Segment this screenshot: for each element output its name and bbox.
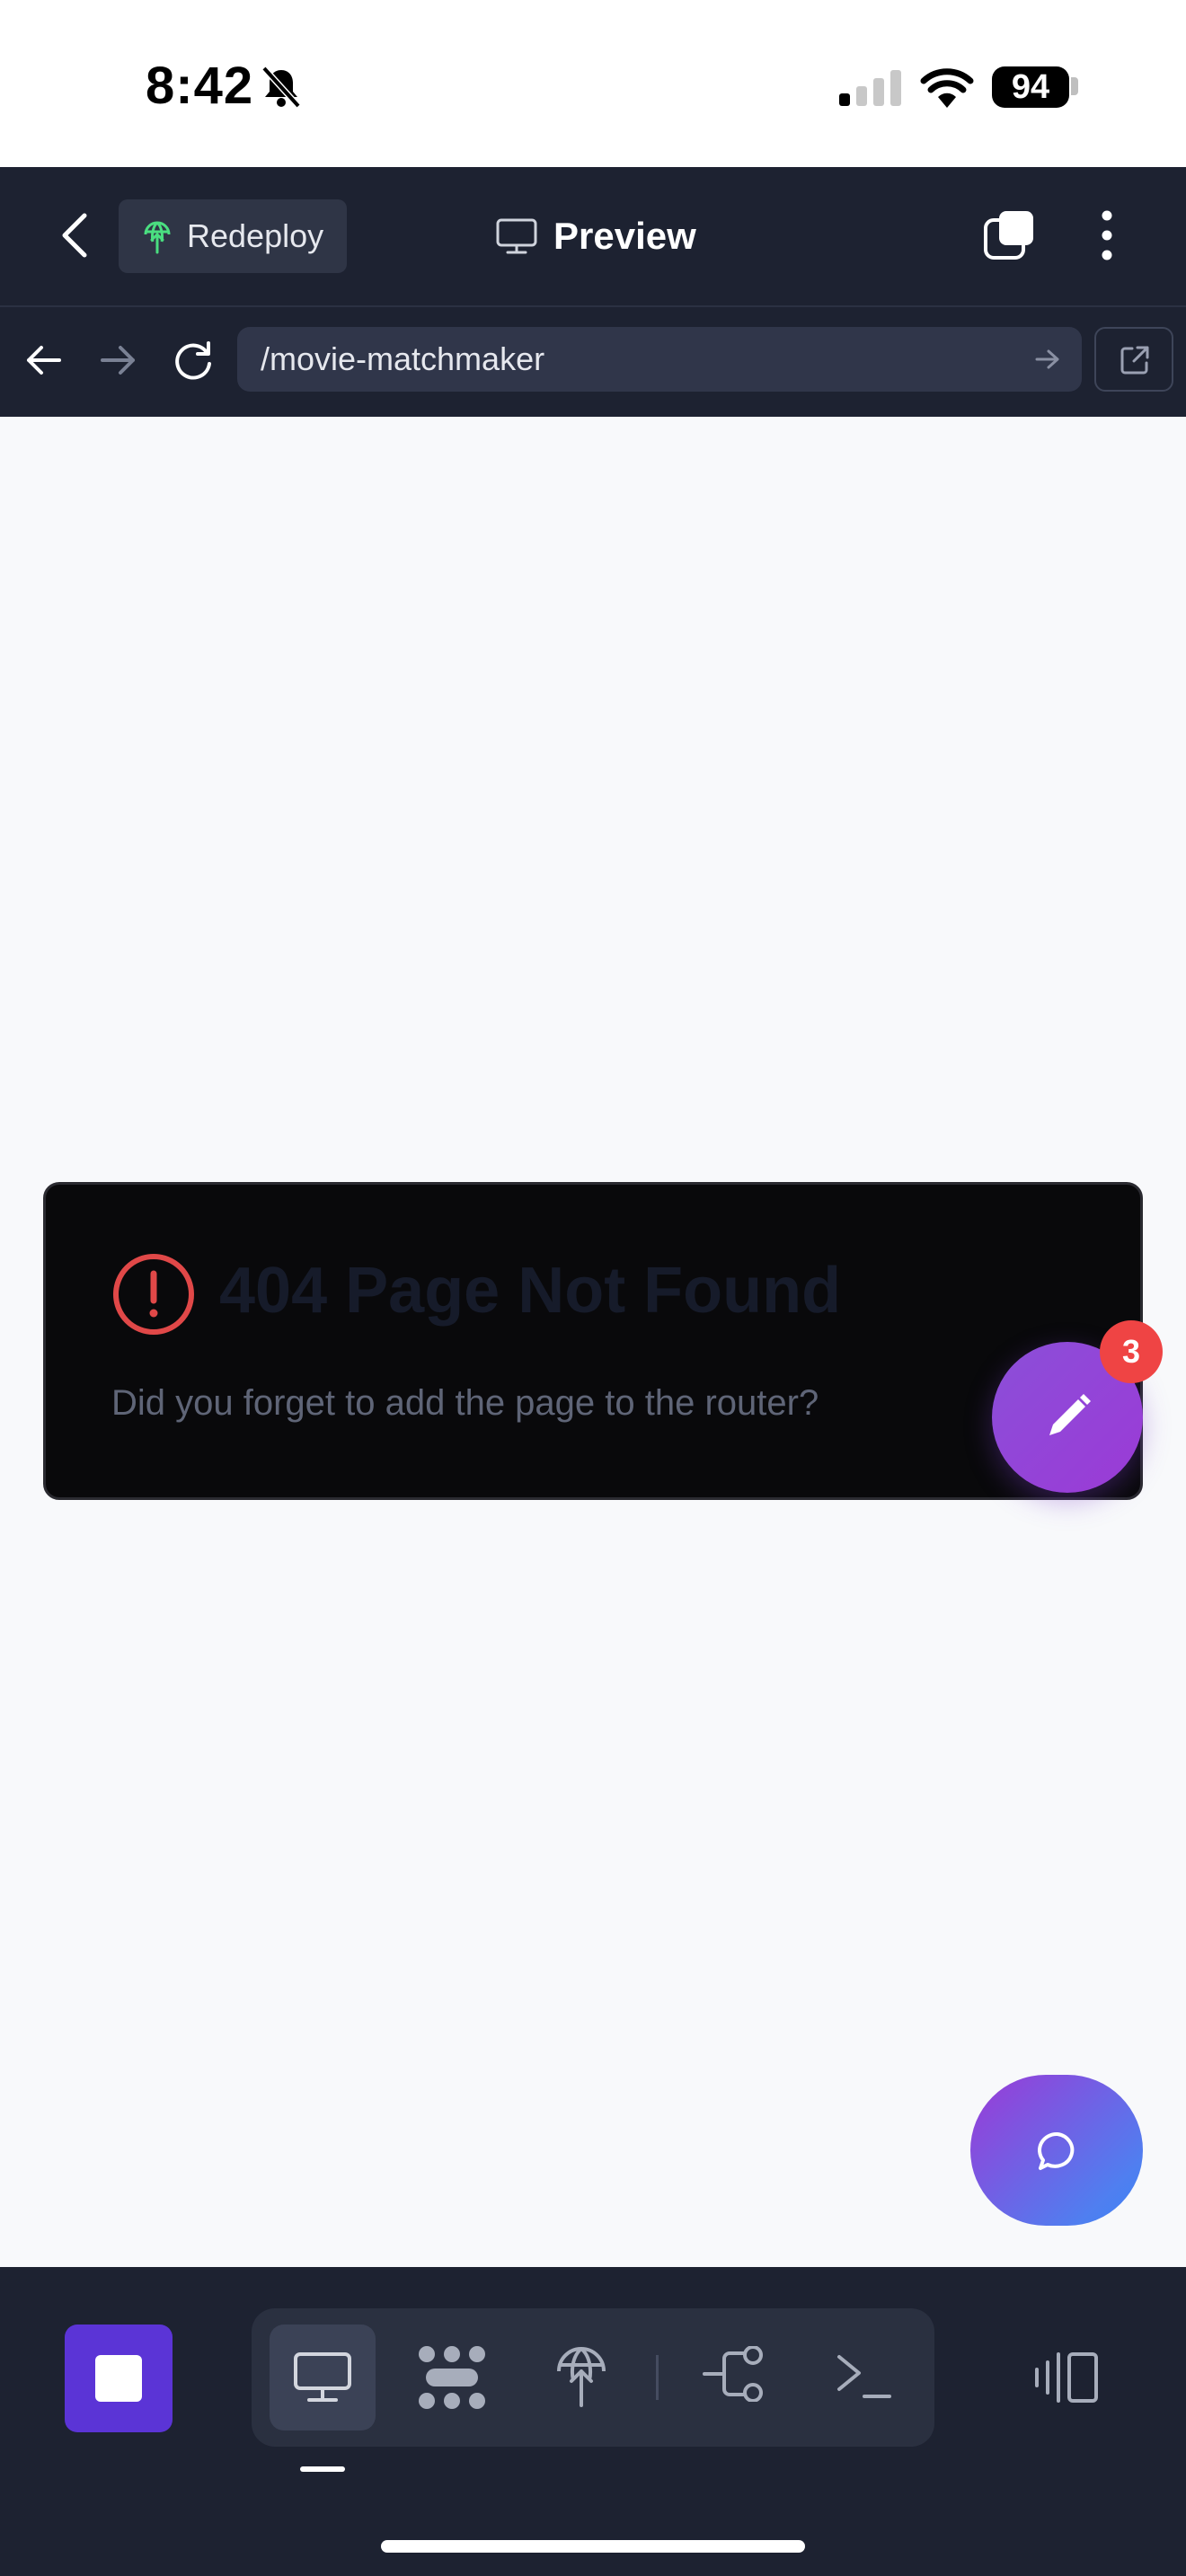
url-input[interactable]: /movie-matchmaker: [237, 327, 1082, 392]
go-arrow-icon[interactable]: [1035, 348, 1060, 370]
active-tab-indicator: [300, 2466, 345, 2472]
vertical-dots-icon[interactable]: [1098, 210, 1116, 260]
stop-icon: [95, 2355, 142, 2402]
title-label: Preview: [553, 215, 696, 257]
redeploy-button[interactable]: Redeploy: [119, 199, 347, 273]
pencil-icon: [1042, 1390, 1094, 1442]
globe-upload-icon[interactable]: [553, 2341, 609, 2407]
arrow-left-icon[interactable]: [25, 345, 61, 375]
page-title: Preview: [496, 203, 696, 269]
cellular-signal-icon: [839, 70, 902, 106]
bell-slash-icon: [261, 65, 302, 108]
branch-icon[interactable]: [703, 2346, 766, 2402]
notification-badge: 3: [1100, 1320, 1163, 1383]
chat-fab-button[interactable]: [970, 2075, 1143, 2226]
error-message: Did you forget to add the page to the ro…: [111, 1383, 819, 1423]
monitor-icon: [293, 2351, 352, 2404]
monitor-icon: [496, 218, 537, 254]
error-title: 404 Page Not Found: [219, 1255, 842, 1327]
error-card: [43, 1182, 1143, 1500]
toolbar-divider: [656, 2355, 659, 2400]
reload-icon[interactable]: [173, 340, 214, 381]
external-link-icon: [1120, 345, 1150, 375]
battery-tip: [1071, 77, 1078, 95]
split-panel-icon[interactable]: [1033, 2351, 1100, 2404]
globe-upload-icon: [142, 218, 173, 254]
redeploy-label: Redeploy: [187, 217, 324, 254]
alert-circle-icon: [111, 1252, 196, 1337]
arrow-right-icon[interactable]: [101, 345, 137, 375]
chevron-left-icon[interactable]: [58, 212, 93, 259]
battery-indicator: 94: [992, 66, 1069, 108]
dots-grid-icon[interactable]: [417, 2344, 487, 2411]
tabs-icon[interactable]: [983, 208, 1037, 262]
terminal-icon[interactable]: [836, 2351, 893, 2402]
chat-bubble-icon: [1037, 2130, 1078, 2172]
wifi-icon: [920, 66, 974, 108]
open-external-button[interactable]: [1094, 327, 1173, 392]
status-time: 8:42: [146, 57, 254, 115]
home-indicator[interactable]: [381, 2540, 805, 2553]
url-path: /movie-matchmaker: [261, 340, 545, 377]
